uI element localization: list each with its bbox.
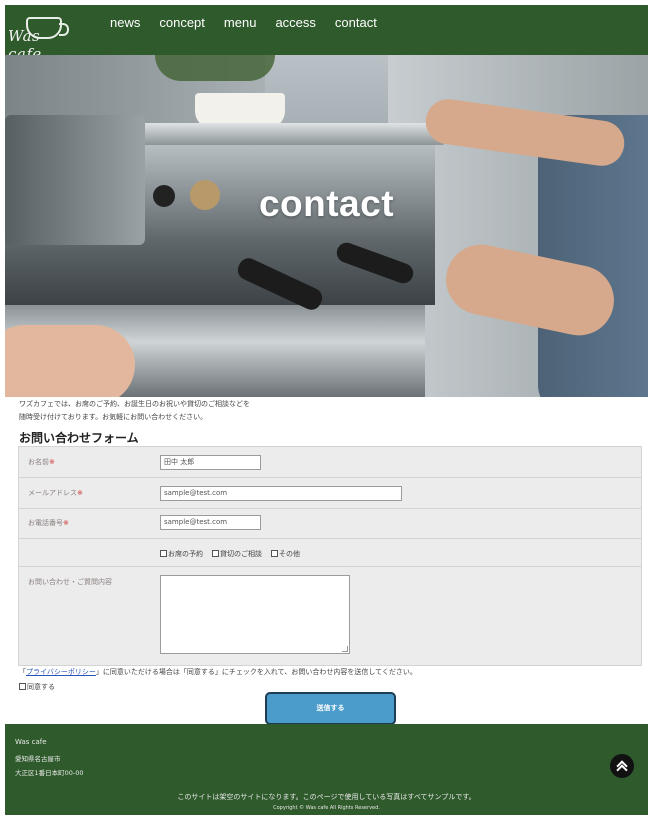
nav-access[interactable]: access <box>275 15 315 30</box>
option-private-checkbox[interactable]: 貸切のご相談 <box>212 549 262 559</box>
privacy-notice: 「プライバシーポリシー」に同意いただける場合は「同意する」にチェックを入れて、お… <box>19 668 417 676</box>
option-reservation-checkbox[interactable]: お席の予約 <box>160 549 203 559</box>
required-mark: ※ <box>63 519 69 527</box>
name-field[interactable]: 田中 太郎 <box>160 455 261 470</box>
agree-checkbox[interactable]: 同意する <box>19 682 55 692</box>
hero-plant <box>155 55 275 81</box>
main-nav: news concept menu access contact <box>110 15 377 30</box>
back-to-top-icon[interactable] <box>610 754 634 778</box>
phone-field[interactable]: sample@test.com <box>160 515 261 530</box>
message-label: お問い合わせ・ご質問内容 <box>28 578 112 586</box>
nav-concept[interactable]: concept <box>159 15 205 30</box>
form-row-name: お名前※ 田中 太郎 <box>19 447 641 478</box>
logo[interactable]: Was cafe <box>8 13 78 63</box>
intro-text: ワズカフェでは、お席のご予約、お誕生日のお祝いや貸切のご相談などを 随時受け付け… <box>19 398 250 424</box>
required-mark: ※ <box>77 489 83 497</box>
privacy-policy-link[interactable]: プライバシーポリシー <box>26 668 96 676</box>
hero-hand <box>5 325 135 397</box>
intro-line: ワズカフェでは、お席のご予約、お誕生日のお祝いや貸切のご相談などを <box>19 400 250 408</box>
option-other-checkbox[interactable]: その他 <box>271 549 300 559</box>
form-row-phone: お電話番号※ sample@test.com <box>19 509 641 539</box>
footer-address: 愛知県名古屋市 <box>15 755 61 763</box>
site-footer: Was cafe 愛知県名古屋市 大正区1番日本町00-00 このサイトは架空の… <box>5 724 648 815</box>
name-label: お名前※ <box>28 458 55 466</box>
form-row-email: メールアドレス※ sample@test.com <box>19 478 641 509</box>
email-field[interactable]: sample@test.com <box>160 486 402 501</box>
page-frame: Was cafe news concept menu access contac… <box>5 5 648 815</box>
hero-title: contact <box>258 183 395 224</box>
footer-notice: このサイトは架空のサイトになります。このページで使用している写真はすべてサンプル… <box>177 793 476 801</box>
submit-button[interactable]: 送信する <box>265 692 396 725</box>
nav-menu[interactable]: menu <box>224 15 257 30</box>
hero-image: contact <box>5 55 648 397</box>
nav-news[interactable]: news <box>110 15 140 30</box>
contact-form: お名前※ 田中 太郎 メールアドレス※ sample@test.com お電話番… <box>18 446 642 666</box>
form-row-message: お問い合わせ・ご質問内容 <box>19 567 641 665</box>
form-row-category: お席の予約 貸切のご相談 その他 <box>19 539 641 567</box>
phone-label: お電話番号※ <box>28 519 69 527</box>
form-title: お問い合わせフォーム <box>19 431 139 445</box>
intro-line: 随時受け付けております。お気軽にお問い合わせください。 <box>19 413 208 421</box>
site-header: Was cafe news concept menu access contac… <box>5 5 648 63</box>
nav-contact[interactable]: contact <box>335 15 377 30</box>
required-mark: ※ <box>49 458 55 466</box>
email-label: メールアドレス※ <box>28 489 83 497</box>
footer-copyright: Copyright © Was cafe All Rights Reserved… <box>273 805 380 811</box>
footer-name: Was cafe <box>15 738 47 746</box>
hero-machine-side <box>5 115 145 245</box>
message-textarea[interactable] <box>160 575 350 654</box>
category-checkboxes: お席の予約 貸切のご相談 その他 <box>160 549 300 559</box>
footer-address: 大正区1番日本町00-00 <box>15 769 84 777</box>
